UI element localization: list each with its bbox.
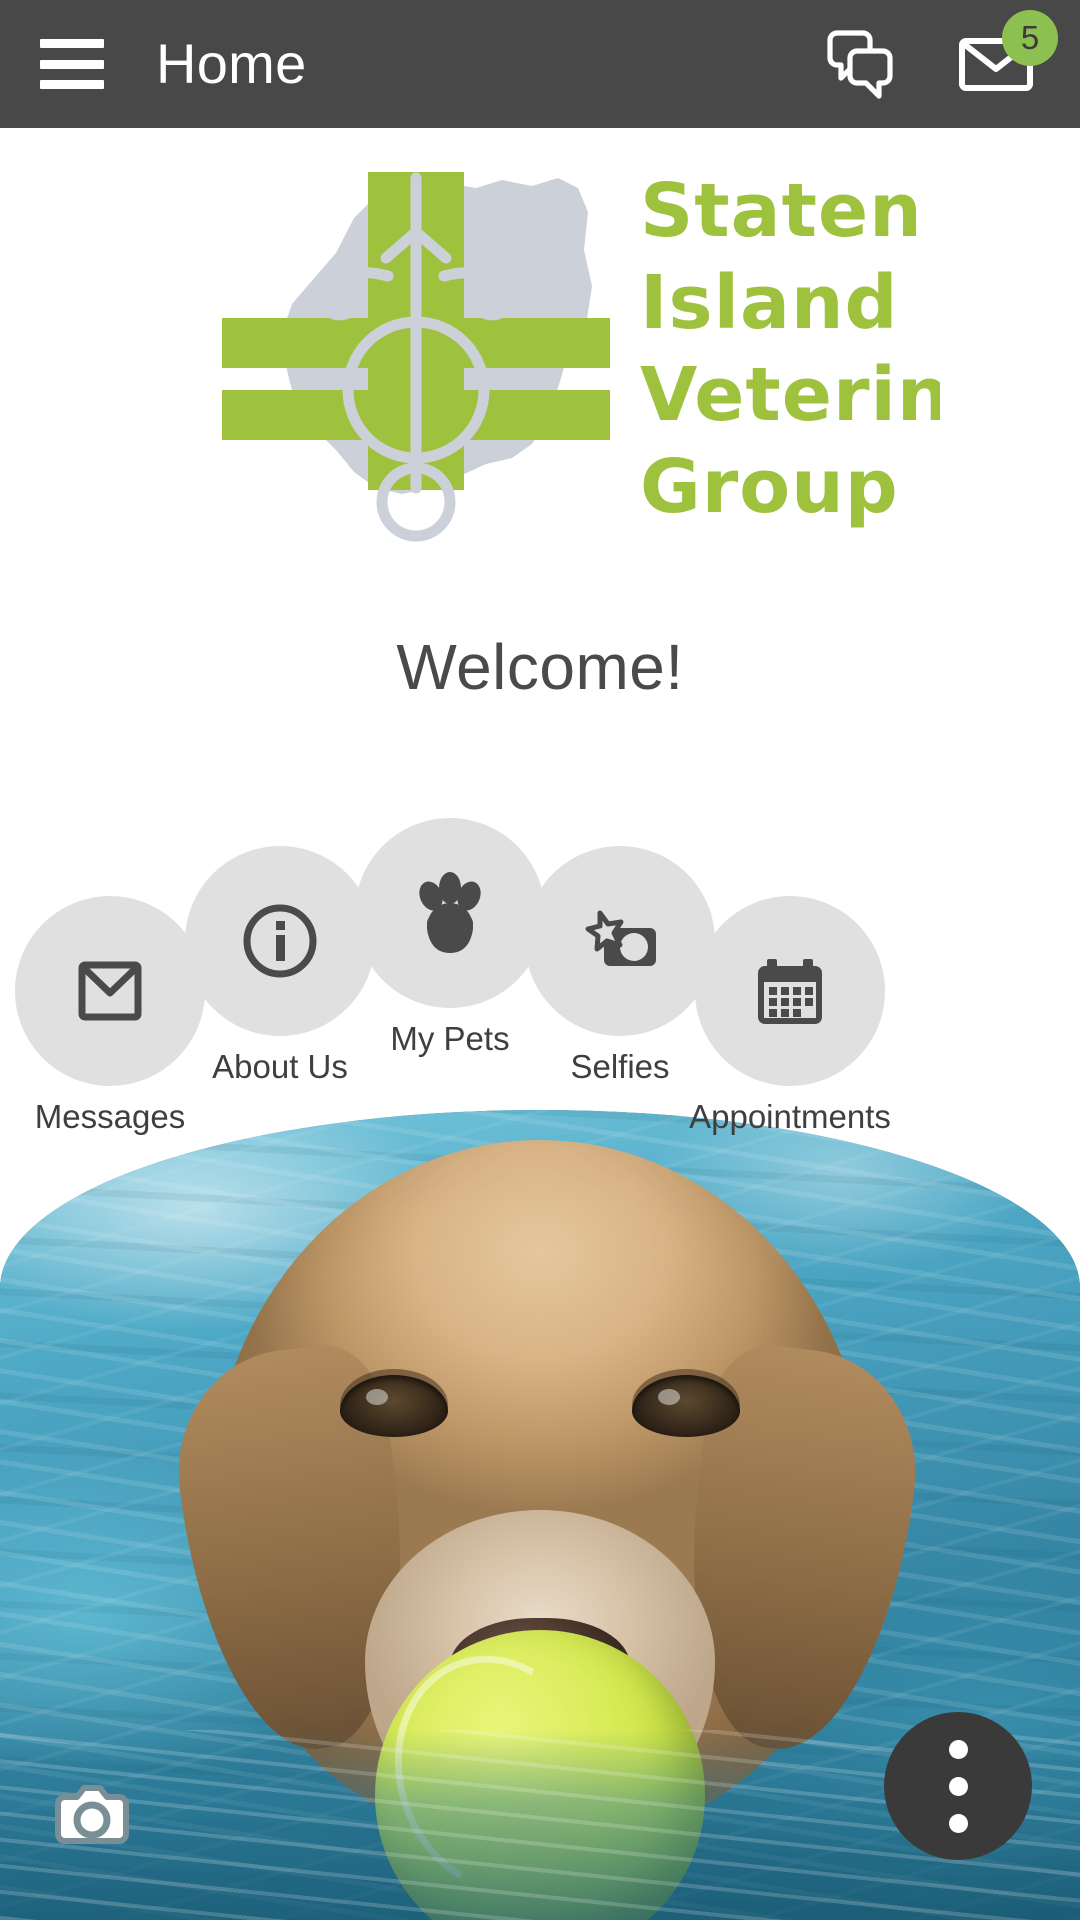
welcome-heading: Welcome! (396, 631, 684, 703)
nav-circle (695, 896, 885, 1086)
nav-label: About Us (212, 1048, 348, 1085)
nav-circle (355, 818, 545, 1008)
hero-photo (0, 1110, 1080, 1920)
overflow-menu-fab[interactable] (884, 1712, 1032, 1860)
logo-wordmark: Staten Island Veterinary Group (640, 168, 940, 530)
logo-line-3: Veterinary (640, 352, 940, 438)
quick-action-nav: Messages About Us My Pets Selfies Appoin… (0, 790, 1080, 1133)
clinic-logo: Staten Island Veterinary Group (0, 158, 1080, 548)
overflow-menu-vertical-icon (948, 1739, 968, 1759)
camera-icon (55, 1785, 129, 1844)
overflow-menu-vertical-icon (948, 1776, 968, 1796)
nav-label: Selfies (570, 1048, 670, 1085)
hamburger-bar (40, 59, 104, 69)
calendar-icon (758, 959, 822, 1024)
camera-star-icon (585, 910, 656, 966)
hamburger-bar (40, 80, 104, 89)
nav-circle (185, 846, 375, 1036)
dog-eye-left (340, 1375, 448, 1437)
top-app-bar: Home 5 (0, 0, 1080, 128)
app-bar-actions: 5 (814, 10, 1058, 110)
app-root: Home 5 Staten Island Veterin Group Welco… (0, 0, 1080, 1920)
logo-line-1: Staten (640, 168, 923, 254)
nav-label: My Pets (390, 1020, 510, 1057)
mail-unread-badge: 5 (1002, 10, 1058, 66)
logo-line-4: Group (640, 444, 899, 530)
nav-label: Appointments (689, 1098, 891, 1135)
info-circle-icon (243, 904, 317, 978)
chat-bubbles-icon[interactable] (814, 18, 906, 110)
dog-eye-right (632, 1375, 740, 1437)
hamburger-menu-icon[interactable] (40, 39, 104, 89)
logo-line-2: Island (640, 260, 899, 346)
envelope-icon (78, 961, 142, 1021)
nav-circle (15, 896, 205, 1086)
hamburger-bar (40, 39, 104, 48)
paw-print-icon (419, 872, 481, 953)
nav-circle (525, 846, 715, 1036)
page-title: Home (156, 32, 307, 95)
mail-envelope-icon[interactable]: 5 (950, 10, 1058, 110)
overflow-menu-vertical-icon (948, 1813, 968, 1833)
camera-button[interactable] (42, 1768, 142, 1868)
nav-label: Messages (34, 1098, 186, 1135)
nav-item-appointments[interactable]: Appointments (689, 896, 891, 1135)
